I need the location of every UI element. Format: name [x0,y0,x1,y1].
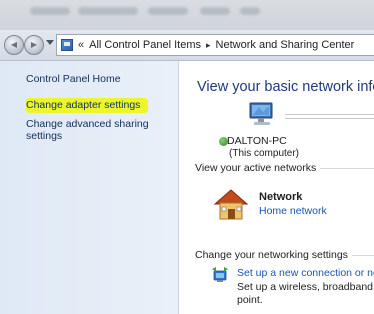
network-map-line [285,114,374,119]
change-settings-header: Change your networking settings [195,249,374,261]
recent-pages-dropdown[interactable] [46,40,54,45]
change-settings-label: Change your networking settings [195,249,348,261]
computer-icon [249,102,273,125]
setup-connection-description: Set up a wireless, broadband, di point. [237,281,374,306]
control-panel-icon [61,39,73,51]
active-networks-header: View your active networks [195,162,374,174]
change-advanced-sharing-link[interactable]: Change advanced sharing [26,118,149,130]
address-row: ◀ ▶ « All Control Panel Items ▸ Network … [0,30,374,61]
title-bar [0,0,374,30]
forward-icon: ▶ [30,40,38,49]
control-panel-home-link[interactable]: Control Panel Home [26,73,121,85]
network-name: Network [259,191,303,203]
computer-name: DALTON-PC [227,135,287,147]
back-icon: ◀ [10,40,18,49]
forward-button[interactable]: ▶ [24,35,44,55]
task-pane: Control Panel Home Change adapter settin… [0,61,179,314]
active-networks-label: View your active networks [195,162,317,174]
back-button[interactable]: ◀ [4,35,24,55]
page-title: View your basic network inform [197,79,374,95]
address-bar[interactable]: « All Control Panel Items ▸ Network and … [56,34,374,56]
breadcrumb-overflow[interactable]: « [78,39,84,51]
main-content: View your basic network inform DALTON-PC… [179,61,374,314]
computer-subtitle: (This computer) [229,148,300,159]
setup-connection-icon [212,267,228,282]
setup-connection-link[interactable]: Set up a new connection or net [237,267,374,279]
breadcrumb-item-network-sharing-center[interactable]: Network and Sharing Center [216,39,355,51]
breadcrumb-item-all-control-panel-items[interactable]: All Control Panel Items [89,39,201,51]
breadcrumb-separator[interactable]: ▸ [206,40,211,51]
change-advanced-sharing-link-line2[interactable]: settings [26,130,62,142]
window: ◀ ▶ « All Control Panel Items ▸ Network … [0,0,374,314]
change-adapter-settings-link[interactable]: Change adapter settings [26,99,140,111]
house-icon [213,189,249,220]
network-type-link[interactable]: Home network [259,205,327,217]
